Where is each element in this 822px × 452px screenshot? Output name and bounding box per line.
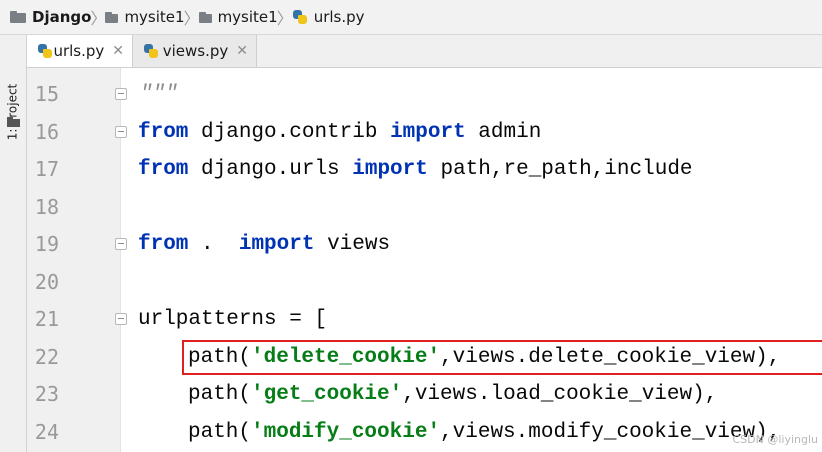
- line-number: 15: [34, 82, 59, 106]
- code-token: path,re_path,include: [427, 158, 693, 181]
- code-text: """: [140, 83, 178, 106]
- line-number: 21: [34, 307, 59, 331]
- breadcrumb-item-urls-py[interactable]: urls.py: [292, 0, 365, 34]
- tab-label: views.py: [162, 42, 229, 60]
- keyword: import: [390, 120, 466, 144]
- code-token: .: [188, 233, 239, 256]
- python-file-icon: [37, 43, 52, 59]
- project-tool-tab[interactable]: 1: Project: [4, 83, 24, 143]
- code-token: views: [314, 233, 391, 256]
- breadcrumb-item-mysite1[interactable]: mysite1: [105, 0, 185, 34]
- code-text: from django.contrib import admin: [138, 114, 541, 152]
- line-number: 22: [34, 344, 59, 369]
- keyword: import: [238, 233, 315, 256]
- breadcrumb-label: mysite1: [124, 8, 185, 26]
- code-token: django.contrib: [188, 120, 391, 144]
- chevron-right-icon: 〉: [90, 9, 107, 28]
- python-file-icon: [292, 9, 308, 25]
- code-line: 24 path('modify_cookie',views.modify_coo…: [27, 414, 822, 452]
- breadcrumb-item-mysite1-inner[interactable]: mysite1: [198, 0, 278, 34]
- line-number: 18: [34, 194, 59, 219]
- breadcrumb-label: mysite1: [217, 8, 278, 26]
- code-token: ,views.load_cookie_view),: [402, 383, 718, 406]
- tab-label: urls.py: [53, 42, 105, 60]
- code-token: ,views.modify_cookie_view),: [440, 420, 781, 444]
- code-line: 21 urlpatterns = [: [27, 301, 822, 339]
- code-line: 19 from . import views: [27, 226, 822, 264]
- line-number: 17: [34, 157, 59, 181]
- code-editor[interactable]: 15 """ 16 from django.contrib import adm…: [27, 68, 822, 452]
- watermark: CSDN @liyinglu: [732, 433, 818, 446]
- code-token: path(: [188, 383, 252, 406]
- breadcrumb-item-django[interactable]: Django: [0, 0, 91, 34]
- breadcrumb: Django 〉 mysite1 〉 mysite1 〉 urls.py: [0, 0, 822, 35]
- highlight-annotation-box: [182, 340, 822, 375]
- fold-icon[interactable]: [115, 238, 127, 250]
- line-number: 24: [34, 419, 59, 444]
- folder-icon: [10, 11, 26, 23]
- code-text: path('modify_cookie',views.modify_cookie…: [188, 414, 780, 452]
- code-line: 17 from django.urls import path,re_path,…: [27, 151, 822, 189]
- code-text: urlpatterns = [: [138, 308, 328, 331]
- code-text: from . import views: [138, 226, 390, 264]
- chevron-right-icon: 〉: [276, 9, 293, 28]
- tab-views-py[interactable]: views.py ✕: [133, 35, 257, 67]
- line-number: 20: [34, 269, 59, 294]
- code-text: from django.urls import path,re_path,inc…: [138, 151, 693, 189]
- editor-tabs: urls.py ✕ views.py ✕: [27, 35, 822, 68]
- tab-urls-py[interactable]: urls.py ✕: [27, 35, 133, 67]
- keyword: from: [138, 233, 189, 256]
- code-token: admin: [465, 120, 542, 144]
- string-literal: 'modify_cookie': [251, 420, 441, 444]
- code-token: django.urls: [188, 158, 353, 181]
- code-line: 18: [27, 189, 822, 227]
- string-literal: 'get_cookie': [251, 383, 403, 406]
- line-number: 23: [34, 382, 59, 406]
- fold-icon[interactable]: [115, 125, 127, 138]
- keyword: from: [138, 120, 189, 144]
- close-icon[interactable]: ✕: [112, 43, 124, 59]
- line-number: 19: [34, 232, 59, 256]
- keyword: from: [138, 158, 189, 181]
- folder-icon: [105, 11, 119, 23]
- tool-window-strip: 1: Project: [0, 35, 27, 452]
- breadcrumb-label: urls.py: [313, 8, 365, 26]
- folder-icon: [198, 11, 212, 23]
- line-number: 16: [34, 119, 59, 144]
- code-text: path('get_cookie',views.load_cookie_view…: [188, 376, 717, 414]
- close-icon[interactable]: ✕: [236, 43, 248, 59]
- project-tab-label: 1: Project: [5, 83, 20, 141]
- python-file-icon: [143, 43, 158, 59]
- code-token: path(: [188, 420, 252, 444]
- fold-icon[interactable]: [115, 88, 127, 100]
- project-folder-icon[interactable]: [7, 117, 20, 127]
- chevron-right-icon: 〉: [183, 9, 200, 28]
- code-line: 15 """: [27, 76, 822, 114]
- code-line: 23 path('get_cookie',views.load_cookie_v…: [27, 376, 822, 414]
- breadcrumb-label: Django: [32, 8, 92, 26]
- fold-icon[interactable]: [115, 313, 127, 325]
- code-line: 20: [27, 264, 822, 302]
- code-line: 16 from django.contrib import admin: [27, 114, 822, 152]
- keyword: import: [352, 158, 428, 181]
